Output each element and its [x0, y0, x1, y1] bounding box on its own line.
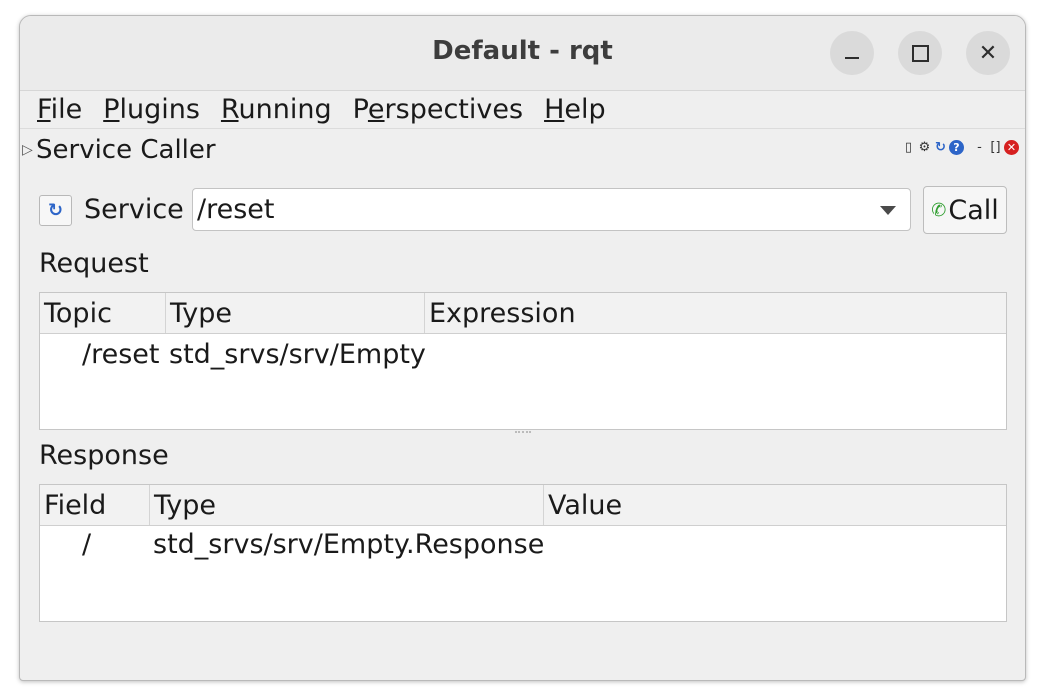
request-topic-cell: /reset [82, 339, 160, 370]
minimize-button[interactable] [830, 31, 874, 75]
splitter-handle[interactable] [515, 431, 531, 435]
response-header: Field Type Value [40, 485, 1006, 526]
maximize-icon [911, 44, 929, 62]
call-button[interactable]: ✆ Call [923, 186, 1007, 234]
minimize-icon[interactable]: - [972, 140, 987, 155]
request-label: Request [39, 248, 149, 279]
chevron-down-icon [880, 206, 896, 215]
phone-icon: ✆ [931, 199, 947, 221]
response-label: Response [39, 440, 169, 471]
window-title: Default - rqt [432, 36, 613, 66]
plugin-title: Service Caller [36, 135, 216, 165]
response-field-cell: / [82, 529, 92, 560]
title-bar[interactable]: Default - rqt ✕ [20, 16, 1025, 91]
service-select[interactable]: /reset [192, 188, 911, 231]
dock-icon-group: ▯ ⚙ ↻ ? - [] ✕ [901, 140, 1019, 155]
menu-running[interactable]: Running [221, 94, 332, 125]
column-header-field[interactable]: Field [40, 485, 150, 525]
response-type-cell: std_srvs/srv/Empty.Response [153, 529, 545, 560]
gear-icon[interactable]: ⚙ [917, 140, 932, 155]
maximize-button[interactable] [898, 31, 942, 75]
column-header-type[interactable]: Type [150, 485, 544, 525]
expand-arrow-icon[interactable]: ▷ [22, 142, 33, 158]
request-header: Topic Type Expression [40, 293, 1006, 334]
refresh-icon[interactable]: ↻ [933, 140, 948, 155]
minimize-icon [845, 57, 859, 59]
response-tree[interactable]: Field Type Value / std_srvs/srv/Empty.Re… [39, 484, 1007, 622]
call-button-label: Call [948, 194, 999, 226]
column-header-value[interactable]: Value [544, 485, 1006, 525]
column-header-expression[interactable]: Expression [425, 293, 1006, 333]
float-icon[interactable]: [] [988, 140, 1003, 155]
help-icon[interactable]: ? [949, 140, 964, 155]
plugin-dock-title-bar[interactable]: ▷ Service Caller ▯ ⚙ ↻ ? - [] ✕ [20, 133, 1025, 165]
menu-help[interactable]: Help [544, 94, 606, 125]
refresh-icon: ↻ [47, 200, 64, 221]
refresh-services-button[interactable]: ↻ [39, 195, 72, 226]
menu-perspectives[interactable]: Perspectives [353, 94, 523, 125]
close-icon: ✕ [978, 40, 998, 66]
request-type-cell: std_srvs/srv/Empty [169, 339, 426, 370]
service-selected-value: /reset [197, 194, 275, 225]
service-label: Service [84, 194, 184, 225]
request-tree[interactable]: Topic Type Expression /reset std_srvs/sr… [39, 292, 1007, 430]
menu-plugins[interactable]: Plugins [103, 94, 200, 125]
menu-bar: File Plugins Running Perspectives Help [20, 91, 1025, 129]
document-icon[interactable]: ▯ [901, 140, 916, 155]
rqt-window: Default - rqt ✕ File Plugins Running Per… [19, 15, 1026, 681]
column-header-topic[interactable]: Topic [40, 293, 166, 333]
close-icon[interactable]: ✕ [1004, 140, 1019, 155]
column-header-type[interactable]: Type [166, 293, 425, 333]
menu-file[interactable]: File [37, 94, 82, 125]
close-button[interactable]: ✕ [966, 31, 1010, 75]
